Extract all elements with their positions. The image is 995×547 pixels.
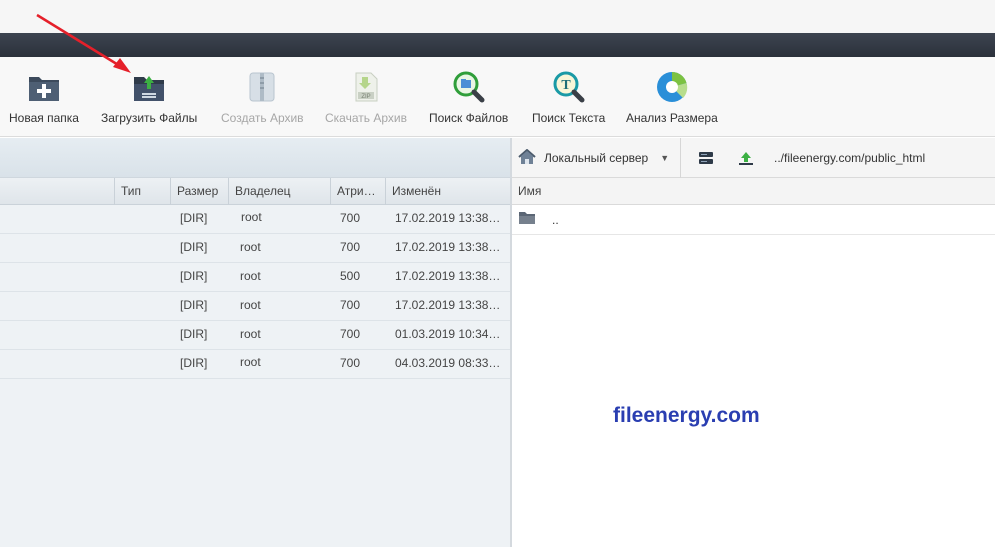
cell-owner: root	[240, 298, 261, 312]
column-name[interactable]: Имя	[512, 178, 995, 205]
search-files-label: Поиск Файлов	[429, 111, 509, 125]
column-attributes[interactable]: Атри…	[330, 178, 385, 205]
cell-size: [DIR]	[180, 240, 208, 254]
cell-modified: 17.02.2019 13:38…	[395, 298, 501, 312]
app-header-bar	[0, 33, 995, 57]
cell-attributes: 500	[340, 269, 361, 283]
new-folder-label: Новая папка	[9, 111, 79, 125]
cell-owner: root	[240, 327, 261, 341]
search-text-button[interactable]: T Поиск Текста	[532, 57, 605, 137]
cell-attributes: 700	[340, 298, 361, 312]
left-file-pane: Тип Размер Владелец Атри… Изменён [DIR] …	[0, 138, 510, 547]
cell-modified: 17.02.2019 13:38…	[395, 211, 501, 225]
cell-size: [DIR]	[180, 327, 208, 341]
download-archive-button[interactable]: ZIP Скачать Архив	[325, 57, 407, 137]
cell-owner: root	[240, 269, 261, 283]
left-path-bar	[0, 138, 510, 178]
left-table-header: Тип Размер Владелец Атри… Изменён	[0, 178, 510, 205]
size-analysis-label: Анализ Размера	[626, 111, 718, 125]
svg-text:ZIP: ZIP	[361, 94, 370, 100]
archive-icon	[245, 70, 279, 104]
size-analysis-button[interactable]: Анализ Размера	[626, 57, 718, 137]
create-archive-button[interactable]: Создать Архив	[221, 57, 304, 137]
new-folder-icon	[27, 70, 61, 104]
upload-files-label: Загрузить Файлы	[101, 111, 198, 125]
table-row[interactable]: [DIR] root 700 01.03.2019 10:34…	[0, 321, 510, 350]
cell-size: [DIR]	[180, 298, 208, 312]
chevron-down-icon: ▼	[660, 153, 670, 163]
search-files-button[interactable]: Поиск Файлов	[429, 57, 508, 137]
size-analysis-icon	[655, 70, 689, 104]
cell-owner: root	[241, 210, 262, 224]
cell-attributes: 700	[340, 240, 361, 254]
column-owner[interactable]: Владелец	[228, 178, 330, 205]
cell-attributes: 700	[340, 211, 361, 225]
column-size[interactable]: Размер	[170, 178, 228, 205]
cell-size: [DIR]	[180, 356, 208, 370]
zip-download-icon: ZIP	[349, 70, 383, 104]
parent-entry-label: ..	[552, 212, 559, 227]
cell-type	[114, 234, 170, 263]
download-archive-label: Скачать Архив	[325, 111, 407, 125]
column-modified[interactable]: Изменён	[385, 178, 510, 205]
cell-size: [DIR]	[180, 211, 208, 225]
new-folder-button[interactable]: Новая папка	[9, 57, 79, 137]
cell-type	[114, 321, 170, 350]
server-label: Локальный сервер	[544, 151, 649, 165]
right-file-pane: Локальный сервер ▼ ../fileenergy.com/pub…	[512, 138, 995, 547]
cell-attributes: 700	[340, 327, 361, 341]
cell-attributes: 700	[340, 356, 361, 370]
server-selector[interactable]: Локальный сервер ▼	[518, 138, 669, 178]
folder-icon	[518, 211, 536, 228]
table-row[interactable]: [DIR] root 700 04.03.2019 08:33…	[0, 350, 510, 379]
right-path-bar: Локальный сервер ▼ ../fileenergy.com/pub…	[512, 138, 995, 178]
cell-size: [DIR]	[180, 269, 208, 283]
cell-owner: root	[240, 240, 261, 254]
cell-modified: 04.03.2019 08:33…	[395, 356, 501, 370]
cell-type	[114, 292, 170, 321]
table-row[interactable]: [DIR] root 700 17.02.2019 13:38…	[0, 234, 510, 263]
cell-modified: 01.03.2019 10:34…	[395, 327, 501, 341]
cell-modified: 17.02.2019 13:38…	[395, 240, 501, 254]
cell-modified: 17.02.2019 13:38…	[395, 269, 501, 283]
table-row[interactable]: [DIR] root 700 17.02.2019 13:38…	[0, 292, 510, 321]
server-storage-button[interactable]	[696, 148, 716, 168]
drive-icon	[699, 152, 713, 164]
current-path[interactable]: ../fileenergy.com/public_html	[774, 138, 925, 178]
search-files-icon	[452, 70, 486, 104]
left-table-body: [DIR] root 700 17.02.2019 13:38… [DIR] r…	[0, 205, 510, 379]
home-icon	[518, 148, 536, 168]
cell-type	[114, 205, 170, 234]
toolbar-separator	[680, 138, 681, 178]
toolbar: Новая папка Загрузить Файлы Создать Архи	[0, 57, 995, 137]
svg-text:T: T	[561, 78, 571, 93]
column-type[interactable]: Тип	[114, 178, 170, 205]
upload-files-button[interactable]: Загрузить Файлы	[101, 57, 197, 137]
table-row[interactable]: [DIR] root 700 17.02.2019 13:38…	[0, 205, 510, 234]
cell-type	[114, 263, 170, 292]
table-row[interactable]: [DIR] root 500 17.02.2019 13:38…	[0, 263, 510, 292]
cell-owner: root	[240, 355, 261, 369]
watermark: fileenergy.com	[613, 404, 760, 427]
upload-button[interactable]	[736, 148, 756, 168]
cell-type	[114, 350, 170, 379]
list-item-parent[interactable]: ..	[512, 205, 995, 235]
search-text-icon: T	[552, 70, 586, 104]
upload-files-icon	[132, 70, 166, 104]
upload-arrow-icon	[739, 152, 753, 165]
browser-top-area	[0, 0, 995, 33]
create-archive-label: Создать Архив	[221, 111, 304, 125]
search-text-label: Поиск Текста	[532, 111, 606, 125]
